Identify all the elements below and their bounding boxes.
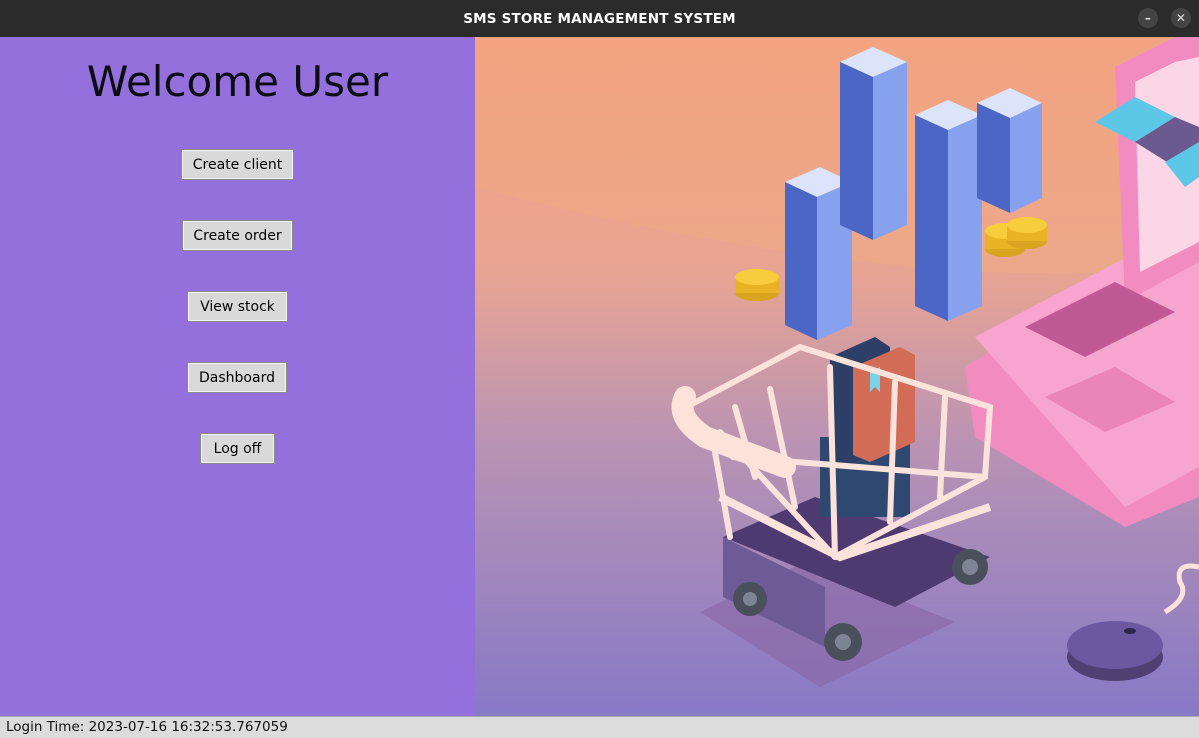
- create-order-button[interactable]: Create order: [182, 220, 293, 251]
- status-bar: Login Time: 2023-07-16 16:32:53.767059: [0, 716, 1199, 738]
- login-time-label: Login Time: 2023-07-16 16:32:53.767059: [6, 719, 288, 735]
- log-off-button[interactable]: Log off: [200, 433, 275, 464]
- view-stock-button[interactable]: View stock: [187, 291, 288, 322]
- close-button[interactable]: ✕: [1171, 8, 1191, 28]
- welcome-heading: Welcome User: [86, 57, 389, 106]
- create-client-button[interactable]: Create client: [181, 149, 294, 180]
- store-illustration: [475, 37, 1199, 716]
- menu-panel: Welcome User Create client Create order …: [0, 37, 475, 716]
- minimize-button[interactable]: –: [1138, 8, 1158, 28]
- window-titlebar: SMS STORE MANAGEMENT SYSTEM – ✕: [0, 0, 1199, 37]
- window-title: SMS STORE MANAGEMENT SYSTEM: [463, 10, 736, 27]
- minimize-icon: –: [1144, 11, 1152, 25]
- shopping-cart-illustration: [475, 37, 1199, 716]
- close-icon: ✕: [1175, 11, 1187, 25]
- dashboard-button[interactable]: Dashboard: [187, 362, 287, 393]
